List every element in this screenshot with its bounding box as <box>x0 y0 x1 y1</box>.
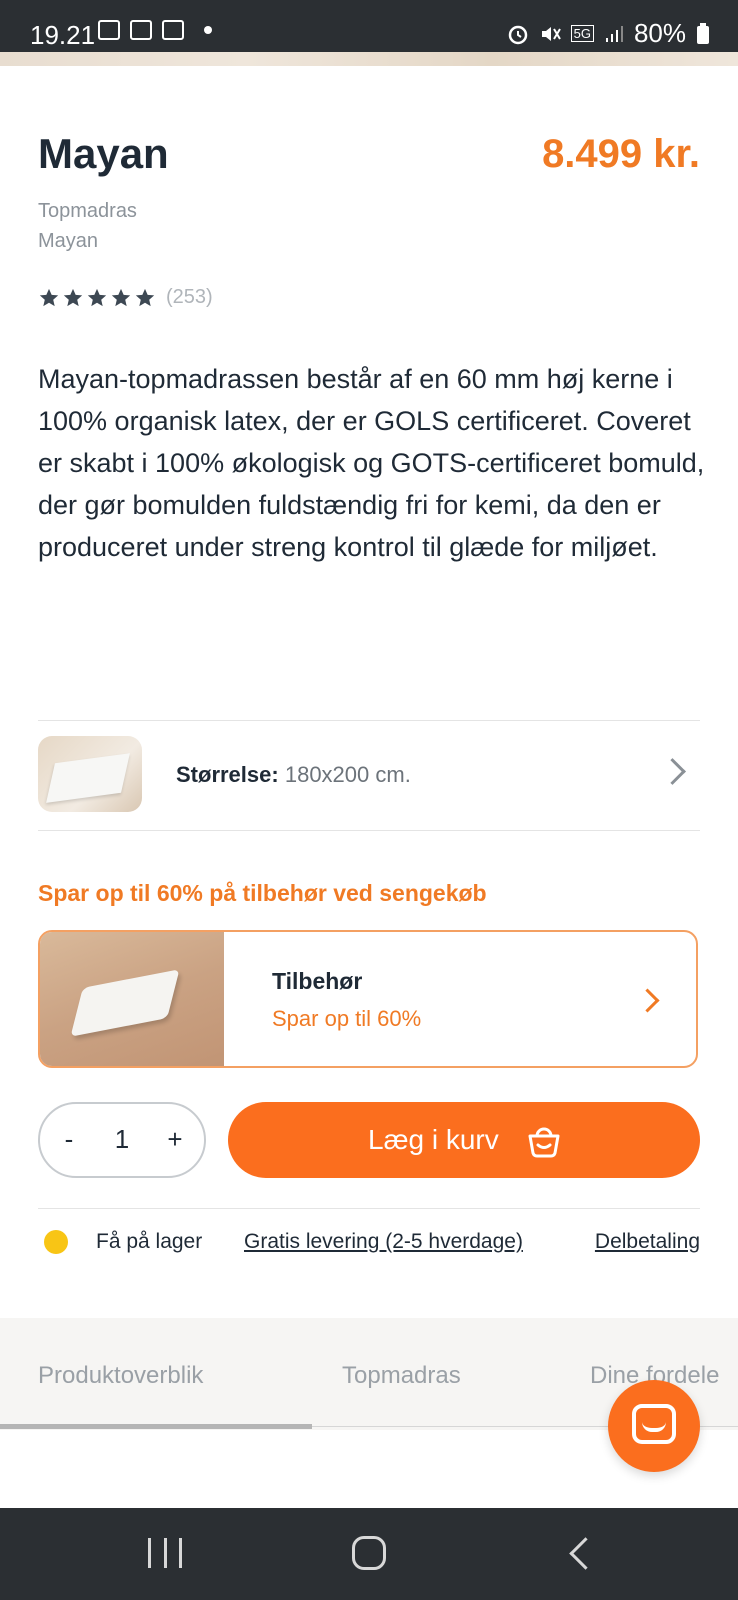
stock-status: Få på lager <box>96 1230 203 1253</box>
basket-icon <box>528 1127 560 1158</box>
rating[interactable]: (253) <box>38 286 213 309</box>
star-icon <box>63 288 83 306</box>
status-right: 5G 80% <box>507 18 710 49</box>
product-price: 8.499 kr. <box>542 132 700 176</box>
gallery-icon <box>98 20 120 40</box>
star-icon <box>111 288 131 306</box>
size-label: Størrelse: 180x200 cm. <box>176 762 411 788</box>
battery-icon <box>697 22 709 44</box>
chevron-right-icon <box>659 758 686 785</box>
divider <box>38 1208 700 1209</box>
mute-icon <box>541 26 561 41</box>
star-icon <box>135 288 155 306</box>
hero-image-edge <box>0 52 738 66</box>
product-title: Mayan <box>38 130 169 177</box>
delivery-link[interactable]: Gratis levering (2-5 hverdage) <box>244 1230 523 1254</box>
network-label: 5G <box>570 25 594 42</box>
accessories-image <box>40 932 224 1066</box>
calendar-icon <box>162 20 184 40</box>
quantity-stepper[interactable]: - 1 + <box>38 1102 206 1178</box>
size-caption: Størrelse: <box>176 762 279 787</box>
size-selector[interactable]: Størrelse: 180x200 cm. <box>38 722 700 830</box>
gmail-icon <box>130 20 152 40</box>
product-category: Topmadras <box>38 200 137 222</box>
android-nav-bar <box>0 1508 738 1600</box>
signal-icon <box>605 25 623 42</box>
product-model: Mayan <box>38 230 99 252</box>
tab-active-indicator <box>0 1424 312 1429</box>
tab-topmattress[interactable]: Topmadras <box>342 1362 461 1390</box>
recent-apps-icon[interactable] <box>148 1538 182 1568</box>
size-thumbnail <box>38 736 142 812</box>
status-time: 19.21 <box>30 20 96 50</box>
back-icon[interactable] <box>569 1537 602 1570</box>
installment-link[interactable]: Delbetaling <box>595 1230 700 1254</box>
add-to-cart-button[interactable]: Læg i kurv <box>228 1102 700 1178</box>
increase-button[interactable]: + <box>160 1124 190 1155</box>
home-icon[interactable] <box>352 1536 386 1570</box>
size-value: 180x200 cm. <box>284 762 411 787</box>
alarm-icon <box>508 25 527 44</box>
divider <box>38 830 700 831</box>
star-icon <box>39 288 59 306</box>
accessories-subtitle: Spar op til 60% <box>272 1006 422 1031</box>
product-description: Mayan-topmadrassen består af en 60 mm hø… <box>38 364 705 562</box>
tab-product-overview[interactable]: Produktoverblik <box>38 1362 203 1390</box>
chat-button[interactable] <box>608 1380 700 1472</box>
promo-title: Spar op til 60% på tilbehør ved sengekøb <box>38 880 487 906</box>
chevron-right-icon <box>635 988 660 1013</box>
accessories-title: Tilbehør <box>272 968 363 994</box>
battery-percent: 80% <box>633 18 686 48</box>
accessories-card[interactable]: Tilbehør Spar op til 60% <box>38 930 698 1068</box>
notification-icons <box>98 20 212 40</box>
more-notifications-icon <box>204 26 212 34</box>
divider <box>38 720 700 721</box>
add-to-cart-label: Læg i kurv <box>368 1124 499 1155</box>
rating-count: (253) <box>166 286 213 308</box>
stock-status-icon <box>44 1230 68 1254</box>
star-icon <box>87 288 107 306</box>
